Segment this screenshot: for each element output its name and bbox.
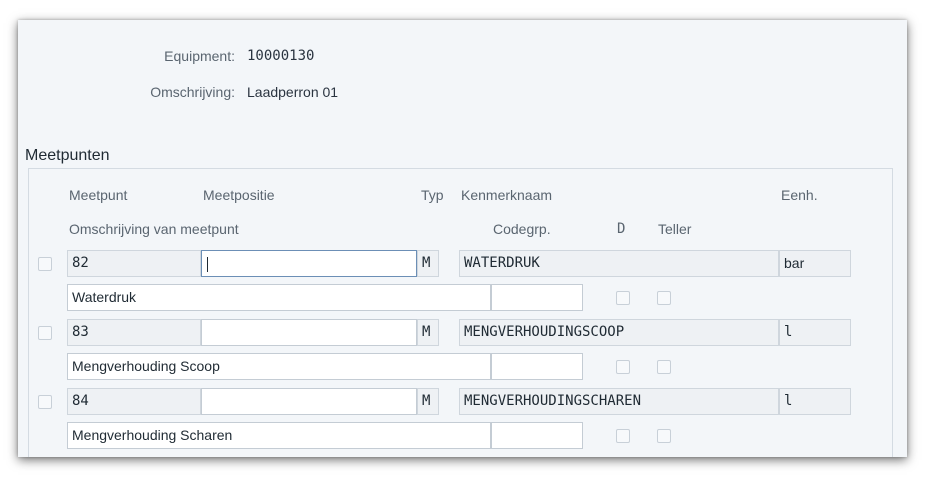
meetpunt-field[interactable]: 82 <box>67 250 201 277</box>
col-kenmerknaam: Kenmerknaam <box>461 187 553 203</box>
equipment-window: Equipment: 10000130 Omschrijving: Laadpe… <box>18 20 907 457</box>
eenheid-field[interactable]: l <box>779 388 851 415</box>
equipment-value: 10000130 <box>247 48 315 64</box>
col-meetpunt: Meetpunt <box>69 187 128 203</box>
teller-checkbox[interactable] <box>657 291 671 305</box>
row-select-checkbox[interactable] <box>38 326 52 340</box>
typ-field[interactable]: M <box>417 250 439 277</box>
codegrp-field[interactable] <box>491 353 583 380</box>
col-eenheid: Eenh. <box>781 187 818 203</box>
row-select-checkbox[interactable] <box>38 395 52 409</box>
col-omschrijving: Omschrijving van meetpunt <box>69 221 239 237</box>
codegrp-field[interactable] <box>491 422 583 449</box>
codegrp-field[interactable] <box>491 284 583 311</box>
typ-field[interactable]: M <box>417 319 439 346</box>
kenmerknaam-field[interactable]: MENGVERHOUDINGSCOOP <box>459 319 779 346</box>
col-d: D <box>617 221 626 237</box>
eenheid-field[interactable]: l <box>779 319 851 346</box>
description-value: Laadperron 01 <box>247 84 339 100</box>
text-cursor <box>207 256 208 272</box>
omschrijving-field[interactable]: Mengverhouding Scoop <box>67 353 491 380</box>
omschrijving-field[interactable]: Mengverhouding Scharen <box>67 422 491 449</box>
meetpunt-field[interactable]: 84 <box>67 388 201 415</box>
meetpositie-input[interactable] <box>201 319 417 346</box>
meetpositie-input[interactable] <box>201 388 417 415</box>
col-teller: Teller <box>658 221 692 237</box>
equipment-label: Equipment: <box>164 48 235 64</box>
d-checkbox[interactable] <box>616 291 630 305</box>
description-label: Omschrijving: <box>150 84 235 100</box>
col-typ: Typ <box>421 187 444 203</box>
eenheid-field[interactable]: bar <box>779 250 851 277</box>
section-title: Meetpunten <box>25 147 110 164</box>
omschrijving-field[interactable]: Waterdruk <box>67 284 491 311</box>
meetpositie-input[interactable] <box>201 250 417 277</box>
kenmerknaam-field[interactable]: WATERDRUK <box>459 250 779 277</box>
meetpunten-panel: Meetpunt Meetpositie Typ Kenmerknaam Een… <box>28 168 893 457</box>
teller-checkbox[interactable] <box>657 429 671 443</box>
d-checkbox[interactable] <box>616 360 630 374</box>
row-select-checkbox[interactable] <box>38 257 52 271</box>
d-checkbox[interactable] <box>616 429 630 443</box>
kenmerknaam-field[interactable]: MENGVERHOUDINGSCHAREN <box>459 388 779 415</box>
teller-checkbox[interactable] <box>657 360 671 374</box>
col-meetpositie: Meetpositie <box>203 187 275 203</box>
typ-field[interactable]: M <box>417 388 439 415</box>
meetpunt-field[interactable]: 83 <box>67 319 201 346</box>
col-codegrp: Codegrp. <box>493 221 551 237</box>
